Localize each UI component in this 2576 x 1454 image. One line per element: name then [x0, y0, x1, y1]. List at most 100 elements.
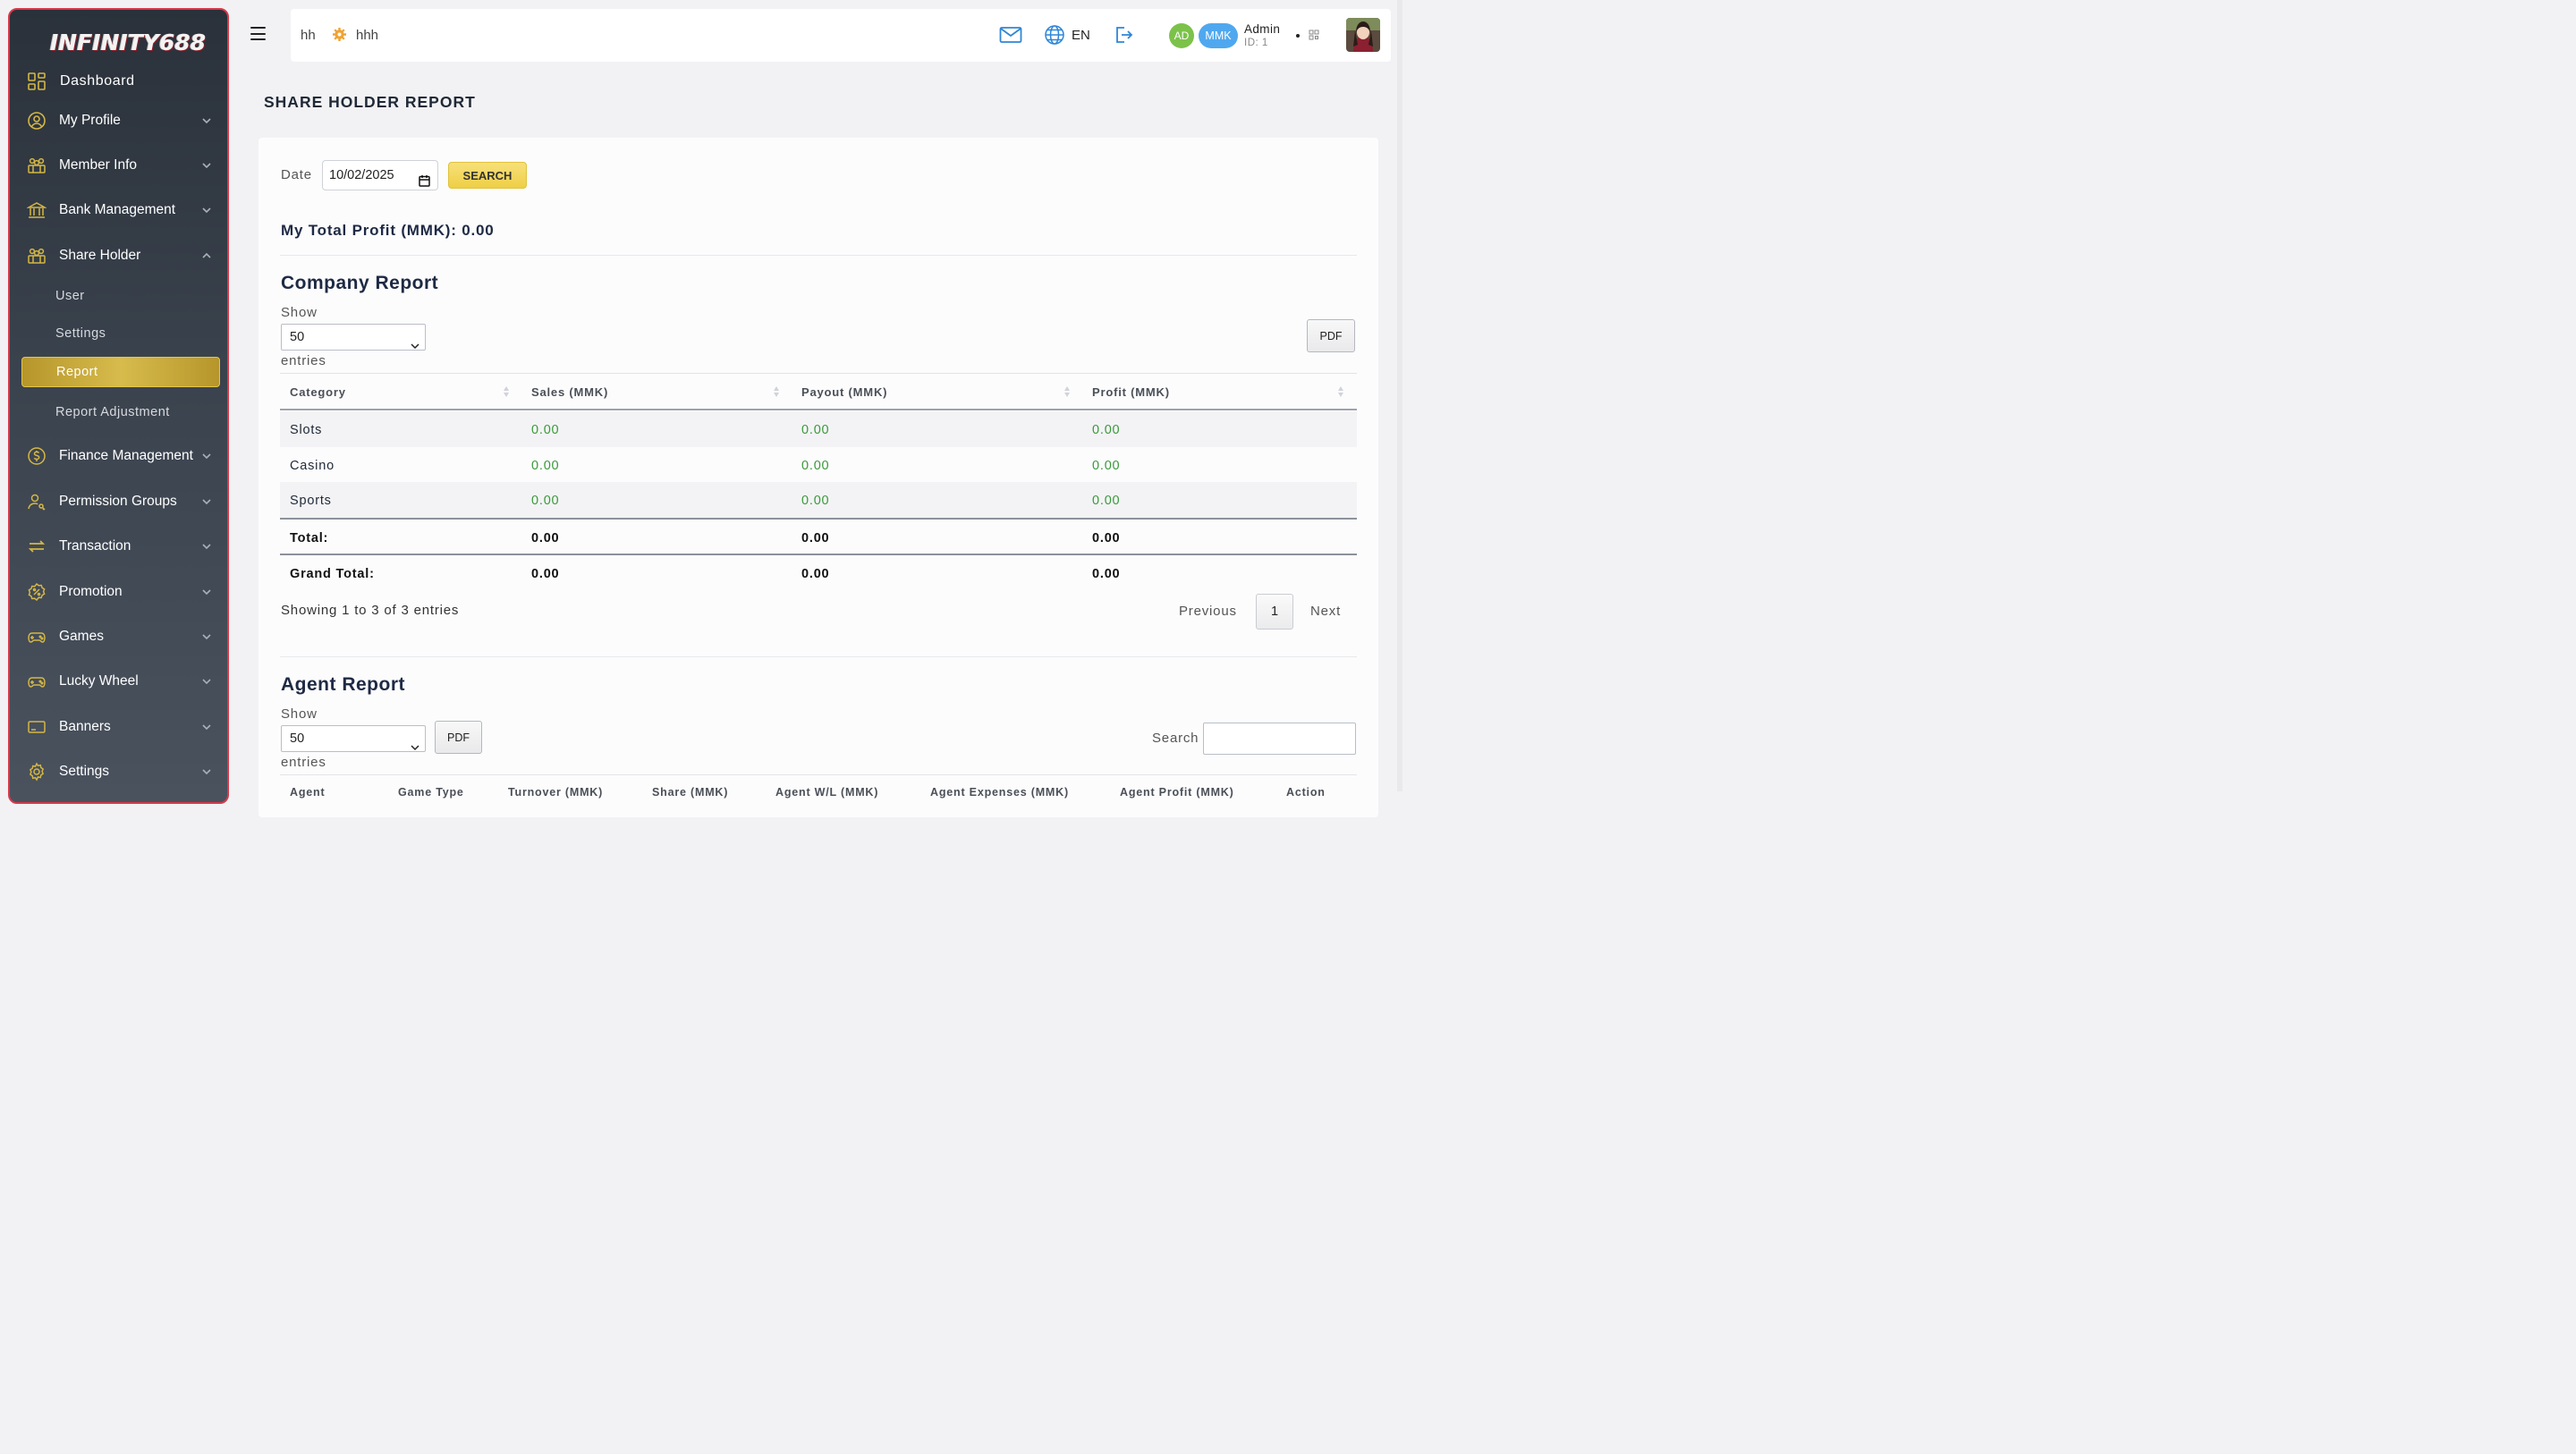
sidebar-item-games[interactable]: Games	[10, 619, 227, 655]
currency-badge: MMK	[1199, 23, 1238, 48]
total-payout: 0.00	[801, 531, 830, 545]
column-header[interactable]: Agent Expenses (MMK)	[930, 786, 1069, 799]
sidebar-item-label: Share Holder	[59, 248, 141, 263]
menu-toggle-icon[interactable]	[250, 27, 266, 40]
sidebar-item-label: Promotion	[59, 584, 123, 599]
topbar: hh hhh EN AD MMK Admin ID: 1	[291, 9, 1391, 62]
cell-category: Sports	[290, 494, 332, 508]
banner-icon	[27, 717, 47, 737]
logout-icon[interactable]	[1114, 25, 1133, 45]
pagination-previous[interactable]: Previous	[1179, 604, 1237, 619]
chevron-down-icon	[201, 766, 212, 777]
cell-payout: 0.00	[801, 494, 830, 508]
table-header: Category Sales (MMK) Payout (MMK) Profit…	[280, 373, 1357, 410]
breadcrumb-first[interactable]: hh	[301, 28, 316, 43]
avatar[interactable]	[1346, 18, 1380, 52]
arrows-exchange-icon	[27, 537, 47, 556]
sidebar-item-lucky-wheel[interactable]: Lucky Wheel	[10, 664, 227, 699]
cell-profit: 0.00	[1092, 423, 1121, 437]
column-header[interactable]: Game Type	[398, 786, 464, 799]
scrollbar[interactable]	[1397, 0, 1402, 791]
total-label: Total:	[290, 531, 329, 545]
sidebar-item-transaction[interactable]: Transaction	[10, 528, 227, 564]
sidebar-item-promotion[interactable]: Promotion	[10, 574, 227, 610]
table-row: Slots 0.00 0.00 0.00	[280, 411, 1357, 447]
sidebar-subitem-settings[interactable]: Settings	[55, 326, 106, 341]
grand-total-sales: 0.00	[531, 567, 560, 581]
qr-code-icon[interactable]	[1309, 29, 1319, 40]
breadcrumb-second[interactable]: hhh	[356, 28, 378, 43]
chevron-down-icon	[201, 722, 212, 732]
sidebar-subitem-report[interactable]: Report	[21, 357, 220, 387]
chevron-down-icon	[201, 631, 212, 642]
globe-icon[interactable]	[1044, 24, 1065, 46]
sort-icon[interactable]	[503, 385, 510, 399]
search-button[interactable]: SEARCH	[448, 162, 527, 189]
total-profit-cell: 0.00	[1092, 531, 1121, 545]
chevron-down-icon	[411, 735, 419, 751]
column-header[interactable]: Agent Profit (MMK)	[1120, 786, 1234, 799]
pdf-export-button[interactable]: PDF	[435, 721, 482, 754]
column-header[interactable]: Profit (MMK)	[1092, 385, 1170, 399]
avatar-initials-badge: AD	[1169, 23, 1194, 48]
grand-total-payout: 0.00	[801, 567, 830, 581]
entries-select[interactable]: 50	[281, 324, 426, 351]
sidebar-item-member-info[interactable]: Member Info	[10, 148, 227, 183]
users-group-icon	[27, 156, 47, 175]
company-report-table: Category Sales (MMK) Payout (MMK) Profit…	[280, 373, 1357, 596]
entries-select[interactable]: 50	[281, 725, 426, 752]
cell-sales: 0.00	[531, 423, 560, 437]
sidebar-item-dashboard[interactable]: Dashboard	[10, 63, 227, 99]
calendar-icon[interactable]	[419, 169, 430, 187]
column-header[interactable]: Share (MMK)	[652, 786, 728, 799]
sidebar-item-finance-management[interactable]: Finance Management	[10, 438, 227, 474]
divider	[280, 255, 1357, 256]
column-header[interactable]: Action	[1286, 786, 1326, 799]
cell-profit: 0.00	[1092, 494, 1121, 508]
chevron-down-icon	[201, 205, 212, 216]
entries-select-value: 50	[290, 731, 305, 746]
sidebar-item-label: Finance Management	[59, 448, 193, 463]
total-sales: 0.00	[531, 531, 560, 545]
sidebar-item-settings[interactable]: Settings	[10, 754, 227, 790]
sidebar-subitem-report-adjustment[interactable]: Report Adjustment	[55, 405, 170, 419]
table-row: Casino 0.00 0.00 0.00	[280, 447, 1357, 483]
date-field[interactable]: 10/02/2025	[322, 160, 438, 190]
sidebar-item-permission-groups[interactable]: Permission Groups	[10, 484, 227, 520]
column-header[interactable]: Agent	[290, 786, 325, 799]
sidebar-item-my-profile[interactable]: My Profile	[10, 103, 227, 139]
chevron-up-icon	[201, 250, 212, 261]
search-label: Search	[1152, 731, 1199, 746]
column-header[interactable]: Category	[290, 385, 346, 399]
sidebar-item-banners[interactable]: Banners	[10, 709, 227, 745]
company-report-title: Company Report	[281, 273, 439, 293]
bank-icon	[27, 200, 47, 220]
column-header[interactable]: Turnover (MMK)	[508, 786, 603, 799]
total-row: Total: 0.00 0.00 0.00	[280, 520, 1357, 555]
gamepad-icon	[27, 672, 47, 691]
status-dot	[1296, 34, 1300, 38]
column-header[interactable]: Sales (MMK)	[531, 385, 608, 399]
column-header[interactable]: Agent W/L (MMK)	[775, 786, 878, 799]
pdf-export-button[interactable]: PDF	[1307, 319, 1355, 352]
language-selector[interactable]: EN	[1072, 28, 1090, 43]
table-info: Showing 1 to 3 of 3 entries	[281, 603, 460, 618]
show-label: Show	[281, 706, 318, 722]
agent-table-header: Agent Game Type Turnover (MMK) Share (MM…	[280, 774, 1357, 802]
sort-icon[interactable]	[773, 385, 780, 399]
column-header[interactable]: Payout (MMK)	[801, 385, 887, 399]
pagination-page[interactable]: 1	[1256, 594, 1293, 630]
pagination-next[interactable]: Next	[1310, 604, 1341, 619]
sidebar-item-label: Games	[59, 629, 104, 644]
sort-icon[interactable]	[1337, 385, 1344, 399]
chevron-down-icon	[201, 676, 212, 687]
page-title: SHARE HOLDER REPORT	[264, 93, 476, 111]
sort-icon[interactable]	[1063, 385, 1071, 399]
mail-icon[interactable]	[999, 25, 1022, 45]
brand-logo[interactable]: INFINITY688	[50, 30, 206, 60]
sidebar-item-share-holder[interactable]: Share Holder	[10, 238, 227, 274]
sidebar-item-label: Bank Management	[59, 202, 176, 217]
sidebar-subitem-user[interactable]: User	[55, 289, 85, 303]
search-input[interactable]	[1203, 723, 1356, 755]
sidebar-item-bank-management[interactable]: Bank Management	[10, 192, 227, 228]
